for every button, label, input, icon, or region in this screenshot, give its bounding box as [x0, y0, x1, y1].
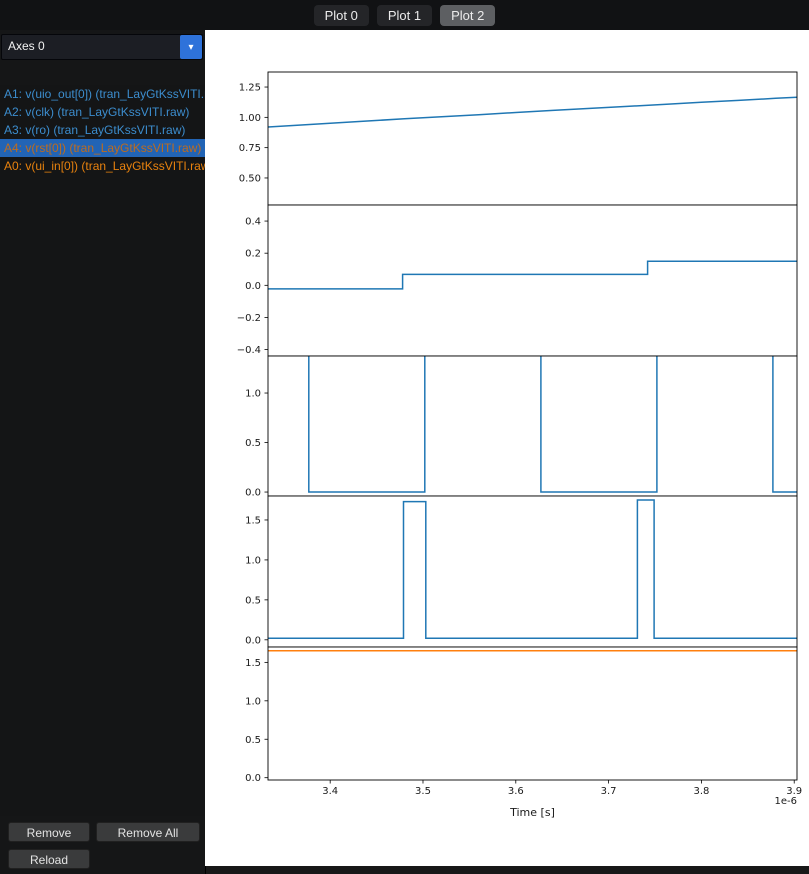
axes-selector-value: Axes 0 [8, 39, 45, 53]
y-tick-label: 0.4 [245, 217, 261, 228]
signal-list-item[interactable]: A3: v(ro) (tran_LayGtKssVITI.raw) [0, 121, 205, 139]
chevron-down-icon[interactable]: ▾ [180, 35, 202, 59]
y-tick-label: 1.00 [239, 113, 261, 124]
y-tick-label: −0.4 [237, 345, 261, 356]
subplot-5: 0.0 0.5 1.0 1.5 [245, 646, 798, 784]
y-tick-label: 0.2 [245, 249, 261, 260]
y-tick-label: 0.0 [245, 773, 261, 784]
x-tick-label: 3.6 [508, 786, 524, 797]
y-tick-label: 1.5 [245, 515, 261, 526]
axes-selector[interactable]: Axes 0 ▾ [1, 34, 203, 60]
subplot-2: −0.4 −0.2 0.0 0.2 0.4 [237, 204, 798, 357]
subplot-4: 0.0 0.5 1.0 1.5 [245, 495, 798, 648]
y-tick-label: 0.5 [245, 595, 261, 606]
y-tick-label: 0.5 [245, 735, 261, 746]
subplot-1: 0.50 0.75 1.00 1.25 [239, 71, 798, 206]
y-tick-label: 0.50 [239, 173, 261, 184]
tab-plot-1[interactable]: Plot 1 [376, 4, 433, 26]
signal-list-item[interactable]: A0: v(ui_in[0]) (tran_LayGtKssVITI.raw) [0, 157, 205, 175]
x-axis-offset-label: 1e-6 [775, 796, 798, 807]
y-tick-label: 0.0 [245, 488, 261, 499]
signal-list-item[interactable]: A4: v(rst[0]) (tran_LayGtKssVITI.raw) [0, 139, 205, 157]
plot-canvas[interactable]: 0.50 0.75 1.00 1.25 −0.4 −0.2 0.0 0.2 0.4 0.0 0.5 1… [205, 30, 809, 866]
y-tick-label: −0.2 [237, 313, 261, 324]
tab-plot-0[interactable]: Plot 0 [313, 4, 369, 26]
y-tick-label: 0.5 [245, 438, 261, 449]
x-axis-label: Time [s] [509, 806, 555, 819]
plot-figure: 0.50 0.75 1.00 1.25 −0.4 −0.2 0.0 0.2 0.4 0.0 0.5 1… [205, 30, 809, 866]
signal-list-item[interactable]: A2: v(clk) (tran_LayGtKssVITI.raw) [0, 103, 205, 121]
x-tick-label: 3.4 [322, 786, 338, 797]
y-tick-label: 1.25 [239, 83, 261, 94]
x-tick-label: 3.7 [601, 786, 617, 797]
y-tick-label: 0.75 [239, 143, 261, 154]
y-tick-label: 1.5 [245, 658, 261, 669]
y-tick-label: 1.0 [245, 389, 261, 400]
y-tick-label: 1.0 [245, 696, 261, 707]
plot-tabbar: Plot 0 Plot 1 Plot 2 [0, 0, 809, 30]
remove-all-button[interactable]: Remove All [96, 822, 200, 842]
y-tick-label: 1.0 [245, 555, 261, 566]
tab-plot-2[interactable]: Plot 2 [440, 4, 496, 26]
signal-list-item[interactable]: A1: v(uio_out[0]) (tran_LayGtKssVITI.raw… [0, 85, 205, 103]
signal-panel: Axes 0 ▾ A1: v(uio_out[0]) (tran_LayGtKs… [0, 30, 206, 874]
x-tick-label: 3.5 [415, 786, 431, 797]
y-tick-label: 0.0 [245, 635, 261, 646]
x-tick-label: 3.8 [693, 786, 709, 797]
y-tick-label: 0.0 [245, 281, 261, 292]
remove-button[interactable]: Remove [8, 822, 90, 842]
reload-button[interactable]: Reload [8, 849, 90, 869]
signal-list: A1: v(uio_out[0]) (tran_LayGtKssVITI.raw… [0, 85, 205, 816]
